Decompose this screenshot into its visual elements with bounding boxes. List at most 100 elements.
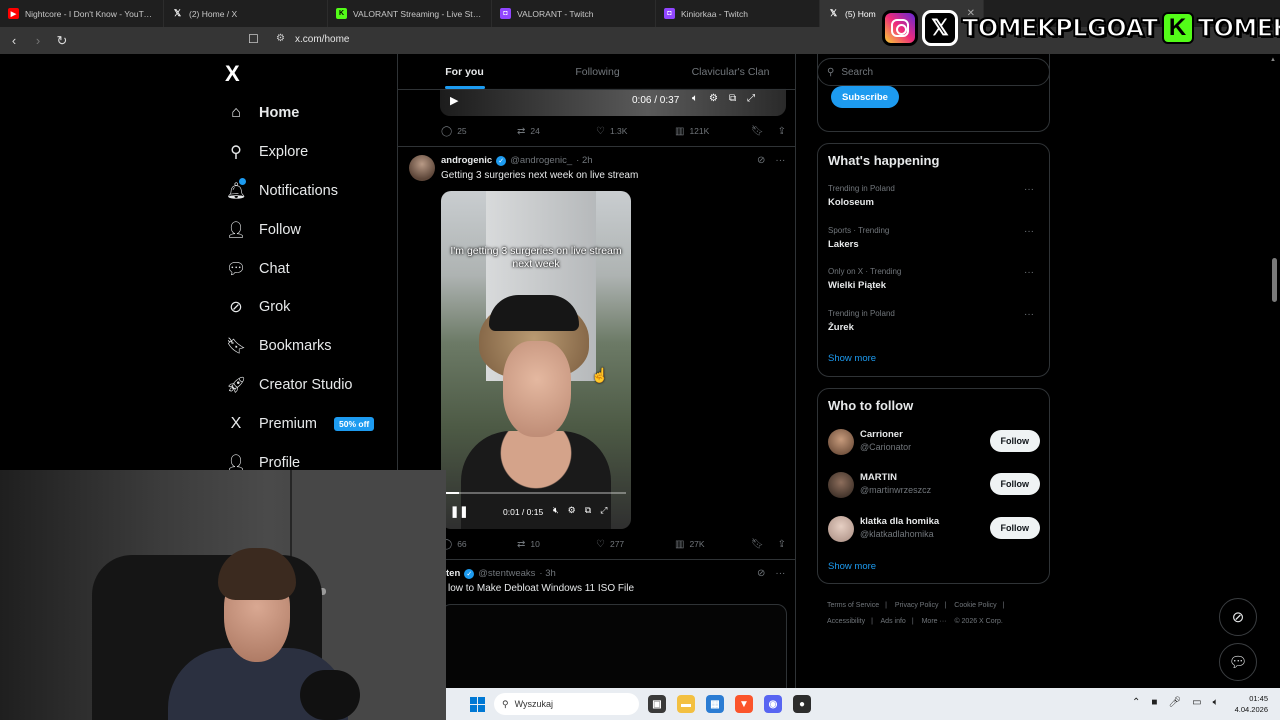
footer-link[interactable]: Ads info <box>881 618 906 625</box>
task-view-icon[interactable]: ▣ <box>648 695 666 713</box>
grok-icon[interactable]: ⊘ <box>757 568 765 579</box>
forward-arrow-icon[interactable]: › <box>28 33 48 48</box>
browser-tab[interactable]: K VALORANT Streaming - Live Streams <box>328 0 492 27</box>
sidebar-item-explore[interactable]: ⚲ Explore <box>226 133 396 172</box>
more-options-icon[interactable]: ··· <box>775 568 785 579</box>
follow-button[interactable]: Follow <box>989 430 1040 452</box>
chevron-up-icon[interactable]: ⌃ <box>1132 697 1140 708</box>
scrollbar-thumb[interactable] <box>1272 258 1277 302</box>
avatar[interactable] <box>828 429 854 455</box>
grok-fab-button[interactable]: ⊘ <box>1219 598 1257 636</box>
video-player[interactable]: ▶ 0:06 / 0:37 🔈︎ ⚙ ⧉ ⤢ <box>440 88 786 116</box>
follow-suggestion[interactable]: MARTIN @martinwrzeszcz Follow <box>828 470 1040 504</box>
footer-link[interactable]: More ··· <box>922 618 947 625</box>
share-icon[interactable]: ⇪ <box>778 539 786 550</box>
footer-link[interactable]: Terms of Service <box>827 602 879 609</box>
file-explorer-icon[interactable]: ▬ <box>677 695 695 713</box>
pause-icon[interactable]: ❚❚ <box>450 505 468 518</box>
search-input[interactable]: ⚲ Search <box>817 58 1050 86</box>
volume-icon[interactable]: 🔈︎ <box>1213 697 1219 708</box>
fullscreen-icon[interactable]: ⤢ <box>747 93 755 104</box>
tab-following[interactable]: Following <box>531 54 664 89</box>
taskbar-search-input[interactable]: ⚲ Wyszukaj <box>494 693 639 715</box>
bookmark-icon[interactable]: 🔖︎ <box>751 126 764 137</box>
sidebar-item-grok[interactable]: ⊘ Grok <box>226 288 396 327</box>
repost-button[interactable]: ⇄ 10 <box>517 539 596 550</box>
post-time[interactable]: · 2h <box>576 155 592 166</box>
microphone-icon[interactable]: 🎤︎ <box>1168 697 1181 708</box>
more-options-icon[interactable]: ··· <box>1024 226 1034 237</box>
share-icon[interactable]: ⇪ <box>778 126 786 137</box>
views-button[interactable]: ▥ 121K <box>675 126 709 137</box>
show-more-link[interactable]: Show more <box>828 561 876 572</box>
reload-icon[interactable]: ↻ <box>52 33 72 49</box>
author-name[interactable]: ten <box>446 568 460 579</box>
trend-item[interactable]: Only on X · Trending Wielki Piątek ··· <box>828 267 1040 291</box>
sidebar-item-chat[interactable]: 💬︎ Chat <box>226 249 396 288</box>
windows-start-icon[interactable] <box>470 697 485 712</box>
avatar[interactable] <box>409 155 435 181</box>
subscribe-button[interactable]: Subscribe <box>831 86 899 108</box>
tab-community[interactable]: Clavicular's Clan <box>664 54 795 89</box>
follow-button[interactable]: Follow <box>989 473 1040 495</box>
trend-item[interactable]: Trending in Poland Żurek ··· <box>828 309 1040 333</box>
more-options-icon[interactable]: ··· <box>775 155 785 166</box>
reply-button[interactable]: ◯ 25 <box>441 126 517 137</box>
taskbar-clock[interactable]: 01:45 4.04.2026 <box>1228 693 1268 715</box>
video-player[interactable]: I'm getting 3 surgeries on live stream n… <box>441 191 631 529</box>
sidebar-item-bookmarks[interactable]: 🔖︎ Bookmarks <box>226 327 396 366</box>
grok-icon[interactable]: ⊘ <box>757 155 765 166</box>
sidebar-item-follow[interactable]: 👤︎ Follow <box>226 210 396 249</box>
like-button[interactable]: ♡ 277 <box>596 539 675 550</box>
x-logo[interactable]: X <box>225 61 240 87</box>
footer-link[interactable]: Cookie Policy <box>954 602 996 609</box>
browser-tab[interactable]: ◘ VALORANT - Twitch <box>492 0 656 27</box>
repost-button[interactable]: ⇄ 24 <box>517 126 596 137</box>
browser-tab[interactable]: ▶ Nightcore - I Don't Know - YouTube <box>0 0 164 27</box>
author-name[interactable]: androgenic <box>441 155 492 166</box>
follow-suggestion[interactable]: klatka dla homika @klatkadlahomika Follo… <box>828 514 1040 548</box>
avatar[interactable] <box>828 472 854 498</box>
trend-item[interactable]: Trending in Poland Koloseum ··· <box>828 184 1040 208</box>
more-options-icon[interactable]: ··· <box>1024 309 1034 320</box>
views-button[interactable]: ▥ 27K <box>675 539 705 550</box>
footer-link[interactable]: Privacy Policy <box>895 602 939 609</box>
url-field[interactable]: x.com/home <box>295 34 349 45</box>
picture-in-picture-icon[interactable]: ⧉ <box>585 505 591 516</box>
footer-link[interactable]: Accessibility <box>827 618 865 625</box>
page-scrollbar[interactable] <box>1269 54 1280 720</box>
settings-icon[interactable]: ⚙ <box>568 505 576 516</box>
discord-icon[interactable]: ◉ <box>764 695 782 713</box>
avatar[interactable] <box>828 516 854 542</box>
site-info-icon[interactable]: ⚙ <box>276 33 285 44</box>
author-handle[interactable]: @androgenic_ <box>510 155 572 166</box>
bookmark-page-icon[interactable]: ☐ <box>248 32 262 48</box>
back-arrow-icon[interactable]: ‹ <box>4 33 24 48</box>
brave-browser-icon[interactable]: ▼ <box>735 695 753 713</box>
reply-button[interactable]: ◯ 66 <box>441 539 517 550</box>
post-time[interactable]: · 3h <box>539 568 555 579</box>
more-options-icon[interactable]: ··· <box>1024 184 1034 195</box>
tray-app-icon[interactable]: ■ <box>1151 697 1157 708</box>
messages-fab-button[interactable]: 💬︎ <box>1219 643 1257 681</box>
more-options-icon[interactable]: ··· <box>1024 267 1034 278</box>
settings-icon[interactable]: ⚙ <box>709 93 718 104</box>
like-button[interactable]: ♡ 1.3K <box>596 126 675 137</box>
sidebar-item-home[interactable]: ⌂ Home <box>226 94 396 133</box>
author-handle[interactable]: @stentweaks <box>478 568 535 579</box>
browser-tab[interactable]: 𝕏 (2) Home / X <box>164 0 328 27</box>
browser-tab[interactable]: ◘ Kiniorkaa - Twitch <box>656 0 820 27</box>
follow-button[interactable]: Follow <box>989 517 1040 539</box>
sidebar-item-premium[interactable]: X Premium 50% off <box>226 404 396 443</box>
bookmark-icon[interactable]: 🔖︎ <box>751 539 764 550</box>
volume-icon[interactable]: 🔈︎ <box>692 93 698 104</box>
sidebar-item-notifications[interactable]: 🔔︎ Notifications <box>226 172 396 211</box>
sidebar-item-creator-studio[interactable]: 🚀︎ Creator Studio <box>226 366 396 405</box>
follow-suggestion[interactable]: Carrioner @Carionator Follow <box>828 427 1040 461</box>
store-icon[interactable]: ▦ <box>706 695 724 713</box>
fullscreen-icon[interactable]: ⤢ <box>600 505 607 516</box>
show-more-link[interactable]: Show more <box>828 353 876 364</box>
video-progress-bar[interactable] <box>446 492 626 494</box>
mute-icon[interactable]: 🔇︎ <box>553 505 559 516</box>
network-icon[interactable]: ▭ <box>1192 697 1201 708</box>
